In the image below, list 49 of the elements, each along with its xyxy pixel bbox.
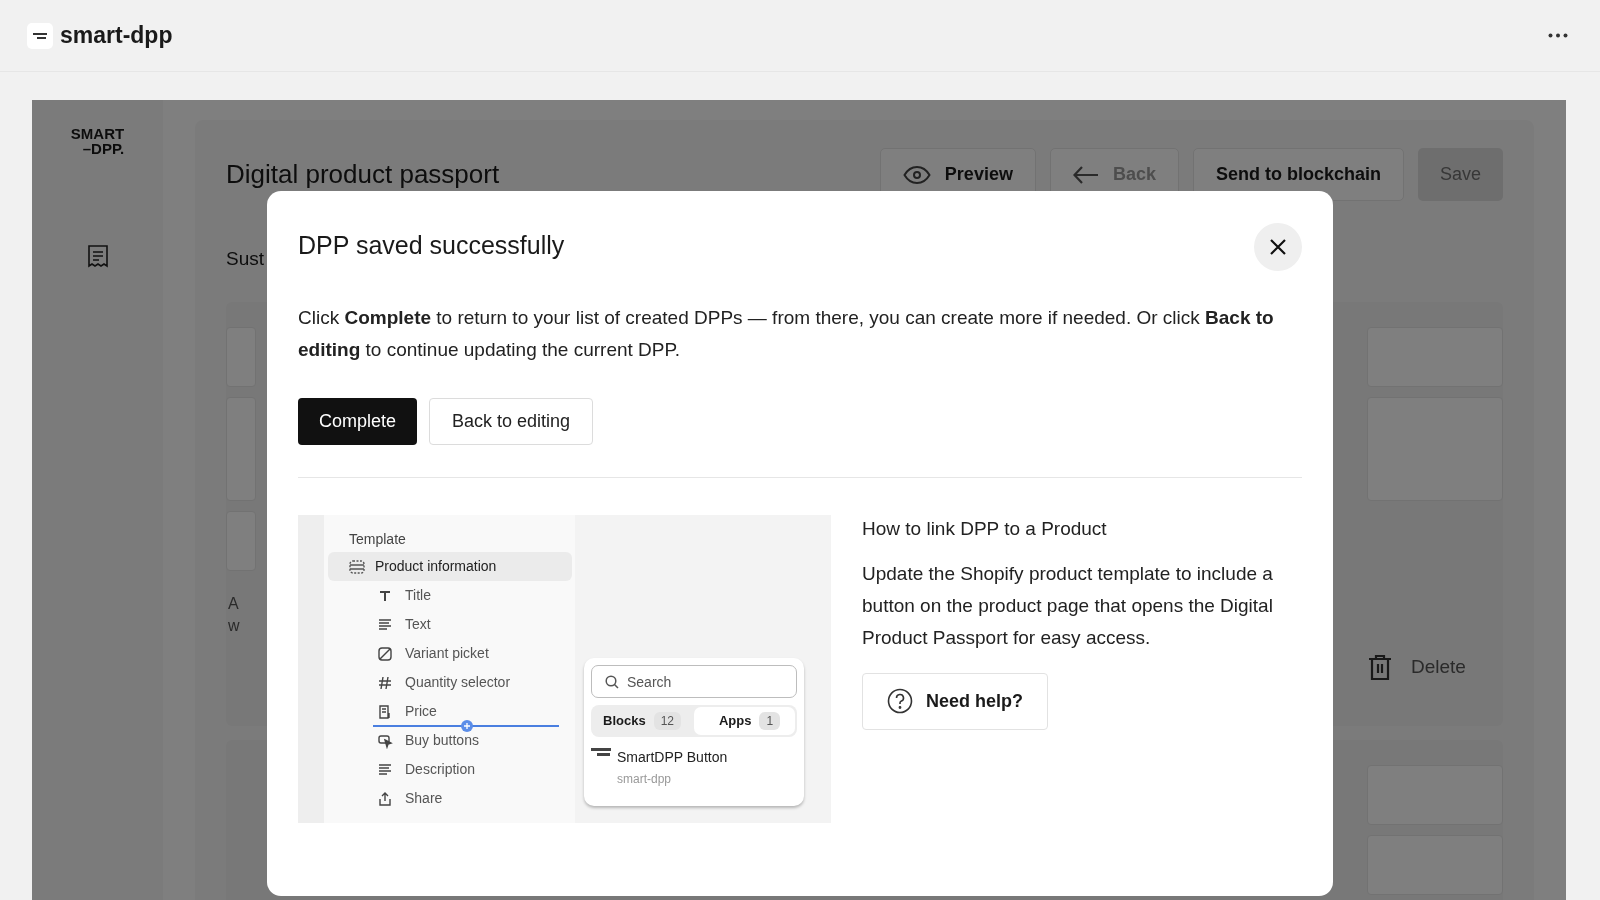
block-icon — [377, 616, 393, 633]
block-icon — [377, 703, 393, 720]
arrow-left-icon — [1072, 165, 1099, 184]
dialog-title: DPP saved successfully — [298, 230, 565, 261]
picker-tab[interactable]: Apps 1 — [694, 707, 795, 735]
search-field[interactable]: Search — [591, 665, 797, 698]
template-block[interactable]: Title — [328, 581, 572, 610]
text-fragment: A — [227, 593, 240, 614]
template-block[interactable]: Quantity selector — [328, 668, 572, 697]
app-title: smart-dpp — [60, 21, 173, 51]
page-title: Digital product passport — [226, 158, 500, 191]
template-block[interactable]: Share — [328, 784, 572, 813]
template-block[interactable]: Variant picket — [328, 639, 572, 668]
app-logo-icon — [27, 22, 53, 49]
block-icon — [377, 645, 393, 662]
template-block[interactable]: Description — [328, 755, 572, 784]
complete-button[interactable]: Complete — [298, 398, 418, 445]
app-logo-icon — [591, 747, 611, 757]
template-section[interactable]: Product information — [328, 552, 572, 581]
block-icon — [377, 761, 393, 778]
template-block[interactable]: Text — [328, 610, 572, 639]
section-icon — [349, 559, 365, 574]
dialog-message: Click Complete to return to your list of created DPPs — from there, you can create more if needed. Or click Back to editing to continue updating the current DPP. — [298, 306, 1275, 362]
eye-icon — [902, 165, 931, 184]
help-heading: How to link DPP to a Product — [862, 517, 1108, 541]
count-badge: 12 — [653, 712, 681, 730]
picker-tab[interactable]: Blocks 12 — [593, 707, 694, 735]
brand-logo: SMART –DPP. — [70, 126, 125, 156]
template-block[interactable]: Price — [328, 697, 572, 726]
trash-icon[interactable] — [1367, 652, 1393, 682]
close-icon — [1269, 238, 1287, 256]
count-badge: 1 — [759, 712, 781, 730]
text-fragment: w — [227, 615, 241, 636]
result-subtitle: smart-dpp — [617, 771, 673, 788]
help-text: Update the Shopify product template to include a button on the product page that opens the Digital Product Passport for easy access. — [862, 561, 1274, 650]
document-icon[interactable] — [86, 244, 109, 268]
close-button[interactable] — [1254, 223, 1302, 271]
template-block[interactable]: Buy buttons — [328, 726, 572, 755]
help-button[interactable]: Need help? — [862, 672, 1048, 730]
section-heading: Sust — [226, 247, 265, 271]
result-name[interactable]: SmartDPP Button — [617, 747, 728, 768]
search-icon — [605, 675, 619, 689]
more-icon[interactable] — [1548, 33, 1568, 38]
back-to-editing-button[interactable]: Back to editing — [429, 398, 594, 445]
block-icon — [377, 732, 393, 749]
block-icon — [377, 674, 393, 691]
block-icon — [377, 790, 393, 807]
help-icon — [887, 688, 913, 714]
section-label: Template — [348, 530, 407, 548]
